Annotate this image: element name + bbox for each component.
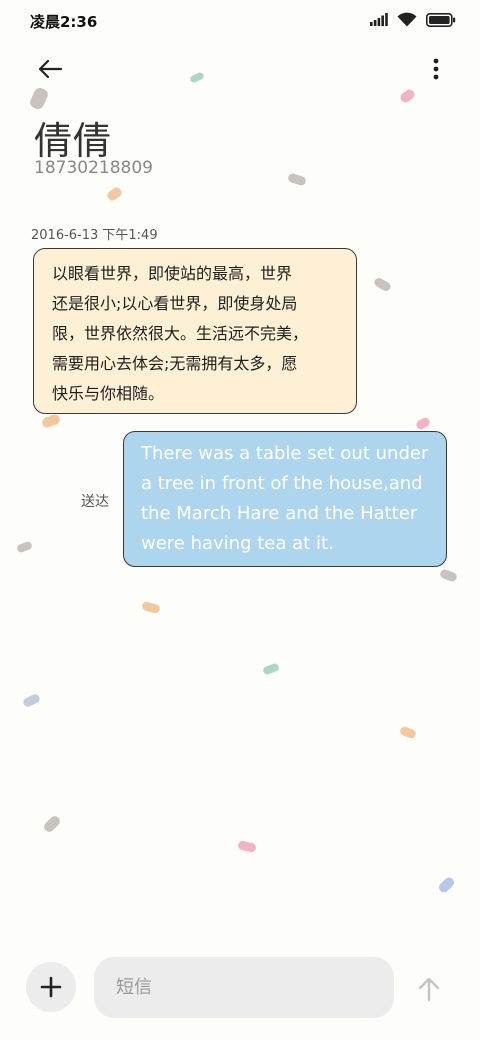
- received-message-bubble[interactable]: 以眼看世界，即使站的最高，世界 还是很小;以心看世界，即使身处局 限，世界依然很…: [33, 248, 357, 414]
- message-line: 快乐与你相随。: [52, 384, 165, 403]
- send-button[interactable]: [410, 970, 448, 1008]
- message-line: There was a table set out under: [141, 443, 429, 464]
- more-options-button[interactable]: [428, 54, 444, 84]
- message-input[interactable]: [94, 957, 394, 1018]
- message-line: the March Hare and the Hatter: [141, 503, 418, 524]
- contact-number[interactable]: 18730218809: [34, 158, 153, 178]
- message-line: 以眼看世界，即使站的最高，世界: [52, 264, 293, 283]
- more-vertical-icon: [433, 58, 439, 80]
- arrow-left-icon: [38, 59, 63, 79]
- plus-icon: [40, 976, 62, 998]
- status-icons: [370, 12, 456, 27]
- arrow-up-icon: [418, 977, 440, 1002]
- status-bar: 凌晨2:36: [0, 0, 480, 42]
- battery-icon: [426, 12, 456, 27]
- message-line: 还是很小;以心看世界，即使身处局: [52, 294, 298, 313]
- message-composer: [0, 950, 480, 1040]
- message-line: 限，世界依然很大。生活远不完美，: [52, 324, 309, 343]
- status-time: 凌晨2:36: [30, 13, 98, 31]
- message-line: 需要用心去体会;无需拥有太多，愿: [52, 354, 298, 373]
- message-line: were having tea at it.: [141, 533, 334, 554]
- message-line: a tree in front of the house,and: [141, 473, 423, 494]
- back-button[interactable]: [30, 52, 70, 86]
- add-attachment-button[interactable]: [26, 962, 76, 1012]
- contact-name: 倩倩: [34, 119, 113, 163]
- sent-message-bubble[interactable]: There was a table set out under a tree i…: [123, 431, 447, 567]
- delivery-status: 送达: [81, 494, 109, 510]
- signal-icon: [370, 13, 388, 26]
- wifi-icon: [397, 12, 417, 27]
- message-timestamp: 2016-6-13 下午1:49: [31, 228, 158, 243]
